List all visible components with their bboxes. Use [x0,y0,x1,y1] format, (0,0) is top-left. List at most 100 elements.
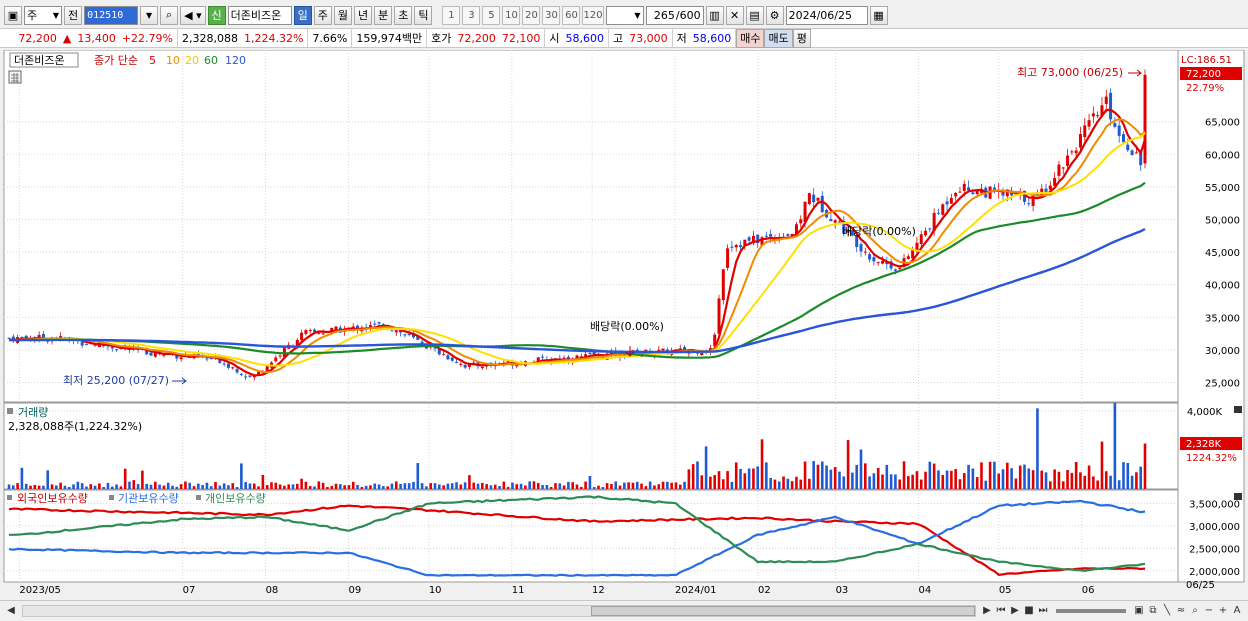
volume-bar [55,485,58,489]
calendar-icon[interactable]: ▦ [869,5,888,25]
volume-bar [975,477,979,489]
interval-120-button[interactable]: 120 [582,5,604,25]
eval-button[interactable]: 평 [792,28,811,48]
candle-body [764,235,768,237]
code-dropdown-button[interactable]: ▼ [140,5,159,25]
forward-icon[interactable]: ⏭ [1036,604,1050,618]
candle-body [1130,150,1134,156]
candle-body [992,187,996,190]
gear-icon[interactable]: ⚙ [765,5,784,25]
high-group: 고 73,000 [609,29,673,47]
volume-bar [954,469,957,489]
volume-bar [1010,468,1013,489]
date-input[interactable]: 2024/06/25 [785,5,868,25]
period-minute-tab[interactable]: 분 [374,5,393,25]
volume-bar [846,440,850,489]
scrollbar-track[interactable] [22,604,976,617]
magnify-icon[interactable]: ⌕ [1188,604,1202,618]
period-week-tab[interactable]: 주 [313,5,332,25]
volume-bar [240,463,243,489]
volume-bar [201,485,204,489]
scrollbar-thumb[interactable] [591,605,975,616]
volume-bar [782,476,785,489]
volume-bar [1100,441,1104,489]
font-size-icon[interactable]: A [1230,604,1244,618]
candle-body [661,348,665,351]
price-tick-label: 45,000 [1205,248,1240,259]
period-second-tab[interactable]: 초 [394,5,413,25]
prev-button[interactable]: 전 [64,5,83,25]
buy-button[interactable]: 매수 [736,28,765,48]
sell-button[interactable]: 매도 [764,28,793,48]
stock-chart[interactable]: 25,000 30,000 35,000 40,000 45,000 50,000 55,0… [0,50,1248,600]
volume-marker-icon [7,408,13,414]
volume-bar [399,483,402,489]
volume-bar [1040,470,1044,489]
scroll-right-icon[interactable]: ▶ [980,604,994,618]
volume-bar [859,449,863,489]
period-year-tab[interactable]: 년 [353,5,373,25]
interval-60-button[interactable]: 60 [562,5,581,25]
volume-bar [136,484,140,489]
layout-icon[interactable]: ▣ [1132,604,1146,618]
stop-icon[interactable]: ■ [1022,604,1036,618]
volume-bar [666,481,669,489]
candle-body [747,237,751,241]
dividend-annotation-1: 배당락(0.00%) [590,320,664,333]
volume-bar [1143,443,1147,489]
volume-bar [317,481,321,489]
holdings-panel-close-icon[interactable] [1234,493,1242,500]
candle-body [110,347,114,349]
ma60-label: 60 [204,54,218,67]
market-select-value: 주 [27,9,38,22]
interval-20-button[interactable]: 20 [522,5,541,25]
play-icon[interactable]: ▶ [1008,604,1022,618]
rewind-icon[interactable]: ⏮ [994,604,1008,618]
interval-3-button[interactable]: 3 [462,5,481,25]
period-day-tab[interactable]: 일 [293,5,312,25]
search-icon[interactable]: ⌕ [160,5,179,25]
window-menu-icon[interactable]: ▣ [4,5,22,25]
candle-body [205,358,209,360]
zoom-in-icon[interactable]: + [1216,604,1230,618]
fib-icon[interactable]: ≈ [1174,604,1188,618]
candle-type-icon[interactable]: ▥ [705,5,724,25]
count-field[interactable]: 265/600 [645,5,704,25]
interval-1-button[interactable]: 1 [442,5,461,25]
candle-body [222,363,226,365]
volume-bar [407,483,411,489]
volume-bar [597,485,600,489]
holdings-legend: 외국인보유수량 기관보유수량 개인보유수량 [7,492,266,505]
volume-bar [283,485,286,489]
zoom-out-icon[interactable]: − [1202,604,1216,618]
period-month-tab[interactable]: 월 [333,5,352,25]
speaker-icon[interactable]: ◀ ▾ [180,5,206,25]
trend-icon[interactable]: ╲ [1160,604,1174,618]
volume-bar [416,463,420,489]
compare-icon[interactable]: ⧉ [1146,604,1160,618]
volume-bar [1044,472,1048,489]
volume-bar [519,483,523,489]
period-tick-tab[interactable]: 틱 [414,5,433,25]
draw-tools-icon[interactable]: ✕ [725,5,744,25]
volume-bar [1126,462,1130,489]
volume-bar [506,486,510,489]
x-tick-label: 02 [758,585,771,596]
volume-bar [881,474,884,489]
stock-code-input[interactable]: 012510 [84,5,139,25]
interval-30-button[interactable]: 30 [542,5,561,25]
interval-10-button[interactable]: 10 [502,5,521,25]
x-last-label: 06/25 [1186,580,1215,591]
price-tick-label: 40,000 [1205,281,1240,292]
speed-slider[interactable] [1056,608,1126,613]
foreign-marker-icon [7,495,12,500]
interval-5-button[interactable]: 5 [482,5,501,25]
market-select[interactable]: 주 ▼ [24,5,62,25]
save-icon[interactable]: ▤ [745,5,764,25]
volume-bar [356,485,359,489]
scroll-left-icon[interactable]: ◀ [4,604,18,618]
interval-dropdown[interactable]: ▼ [605,5,644,25]
volume-panel-close-icon[interactable] [1234,406,1242,413]
chart-stock-title: 더존비즈온 [14,54,65,67]
volume-bar [1113,402,1117,489]
